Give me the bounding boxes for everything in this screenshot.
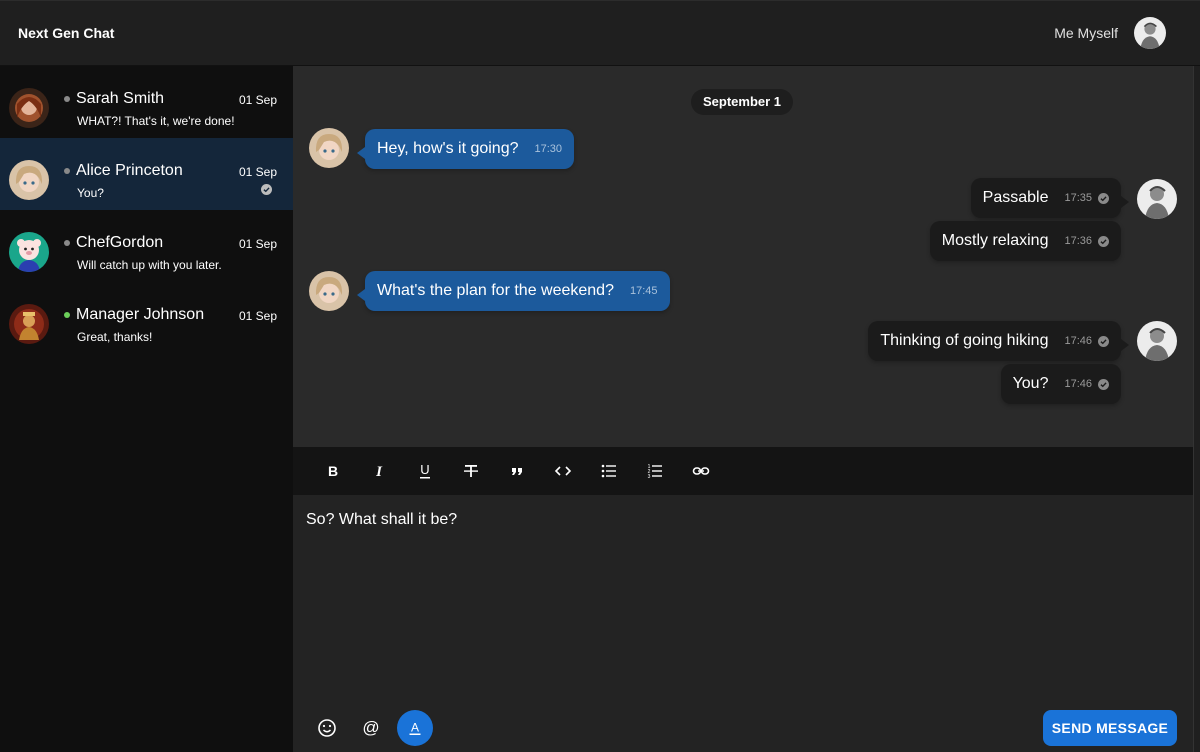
read-check-icon (1098, 378, 1109, 390)
user-avatar (1137, 321, 1177, 361)
conversation-item[interactable]: Alice Princeton 01 Sep You? (0, 138, 293, 210)
italic-icon[interactable]: I (365, 457, 393, 485)
send-message-button[interactable]: SEND MESSAGE (1043, 710, 1177, 746)
user-avatar (1137, 179, 1177, 219)
contact-avatar (9, 304, 49, 344)
status-dot (64, 168, 70, 174)
message-time: 17:36 (1064, 235, 1092, 247)
read-check-icon (1098, 192, 1109, 204)
emoji-icon[interactable] (309, 710, 345, 746)
message-text: Passable (982, 189, 1049, 206)
message-text: You? (1012, 375, 1049, 392)
conversation-date: 01 Sep (238, 237, 277, 251)
conversation-list: Sarah Smith 01 Sep WHAT?! That's it, we'… (0, 66, 293, 752)
message-text: Mostly relaxing (941, 232, 1049, 249)
message-time: 17:46 (1064, 335, 1092, 347)
message-text: Thinking of going hiking (880, 332, 1049, 349)
code-icon[interactable] (549, 457, 577, 485)
current-user-name: Me Myself (1054, 25, 1118, 41)
contact-name: Alice Princeton (76, 162, 183, 179)
quote-icon[interactable] (503, 457, 531, 485)
message-text: Hey, how's it going? (377, 140, 519, 157)
contact-name: ChefGordon (76, 234, 164, 251)
underline-icon[interactable]: U (411, 457, 439, 485)
message-input[interactable]: So? What shall it be? (306, 511, 457, 529)
numbered-list-icon[interactable]: 123 (641, 457, 669, 485)
user-avatar[interactable] (1134, 17, 1166, 49)
message-thread: September 1 Hey, how's it going? 17:30 P… (293, 66, 1193, 447)
contact-name: Sarah Smith (76, 90, 165, 107)
outgoing-message: Thinking of going hiking 17:46 (868, 321, 1129, 361)
online-status-dot (64, 312, 70, 318)
svg-text:U: U (420, 462, 429, 477)
bold-icon[interactable]: B (319, 457, 347, 485)
message-preview: WHAT?! That's it, we're done! (77, 114, 235, 128)
message-composer[interactable]: So? What shall it be? @ A SEND MESSAGE (293, 495, 1193, 752)
conversation-item[interactable]: Manager Johnson 01 Sep Great, thanks! (0, 282, 293, 354)
outgoing-message: Mostly relaxing 17:36 (929, 221, 1121, 261)
outgoing-message: You? 17:46 (1000, 364, 1121, 404)
message-text: What's the plan for the weekend? (377, 282, 614, 299)
mention-icon[interactable]: @ (353, 710, 389, 746)
message-preview: Will catch up with you later. (77, 258, 222, 272)
formatting-toolbar: B I U 123 (293, 447, 1193, 495)
contact-avatar (309, 271, 349, 311)
message-preview: You? (77, 186, 104, 200)
date-separator: September 1 (691, 89, 794, 115)
contact-avatar (9, 160, 49, 200)
contact-avatar (9, 232, 49, 272)
message-preview: Great, thanks! (77, 330, 153, 344)
status-dot (64, 96, 70, 102)
read-check-icon (1098, 235, 1109, 247)
svg-text:@: @ (362, 718, 379, 737)
app-title: Next Gen Chat (18, 25, 115, 41)
svg-text:3: 3 (648, 474, 651, 480)
app-header: Next Gen Chat Me Myself (0, 0, 1200, 66)
strikethrough-icon[interactable] (457, 457, 485, 485)
text-format-icon[interactable]: A (397, 710, 433, 746)
contact-avatar (9, 88, 49, 128)
bullet-list-icon[interactable] (595, 457, 623, 485)
svg-text:I: I (375, 464, 383, 480)
scrollbar-track[interactable] (1193, 66, 1200, 752)
read-check-icon (261, 184, 272, 195)
conversation-item[interactable]: ChefGordon 01 Sep Will catch up with you… (0, 210, 293, 282)
link-icon[interactable] (687, 457, 715, 485)
read-check-icon (1098, 335, 1109, 347)
incoming-message: Hey, how's it going? 17:30 (357, 129, 575, 169)
message-time: 17:30 (534, 143, 563, 155)
conversation-date: 01 Sep (238, 93, 277, 107)
contact-name: Manager Johnson (76, 306, 205, 323)
outgoing-message: Passable 17:35 (970, 178, 1129, 218)
status-dot (64, 240, 70, 246)
incoming-message: What's the plan for the weekend? 17:45 (357, 271, 670, 311)
conversation-date: 01 Sep (238, 165, 277, 179)
message-time: 17:45 (629, 285, 658, 297)
contact-avatar (309, 128, 349, 168)
svg-text:A: A (411, 721, 419, 735)
svg-text:B: B (328, 463, 338, 479)
message-time: 17:35 (1064, 192, 1092, 204)
message-time: 17:46 (1064, 378, 1092, 390)
conversation-item[interactable]: Sarah Smith 01 Sep WHAT?! That's it, we'… (0, 66, 293, 138)
conversation-date: 01 Sep (238, 309, 277, 323)
